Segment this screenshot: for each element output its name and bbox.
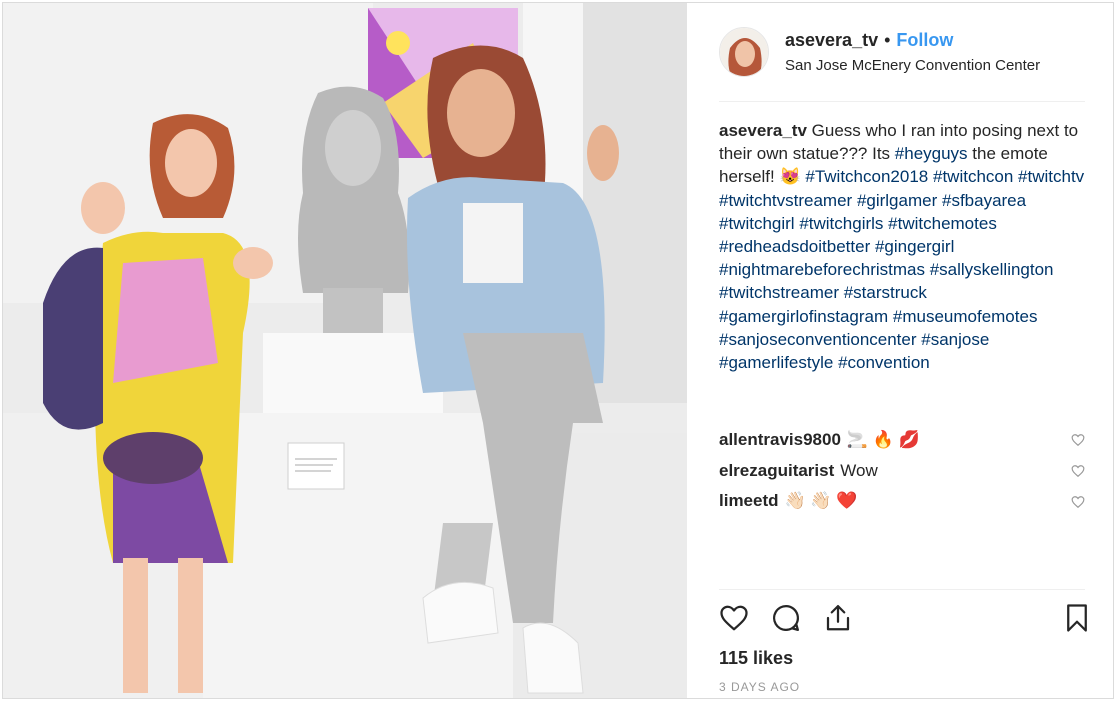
comment-row: allentravis9800 🚬 🔥 💋 <box>719 430 920 450</box>
post-photo[interactable] <box>3 3 687 698</box>
comment-like-heart-icon[interactable] <box>1071 464 1085 478</box>
photo-illustration <box>3 3 687 698</box>
bookmark-icon[interactable] <box>1062 603 1092 633</box>
follow-button[interactable]: Follow <box>896 30 953 50</box>
post-date[interactable]: 3 DAYS AGO <box>719 680 800 694</box>
username-line: asevera_tv • Follow <box>785 30 953 51</box>
hashtag-link[interactable]: #twitchgirl <box>719 214 795 233</box>
comment-like-heart-icon[interactable] <box>1071 495 1085 509</box>
heart-icon[interactable] <box>719 603 749 633</box>
hashtag-link[interactable]: #sallyskellington <box>930 260 1054 279</box>
hashtag-link[interactable]: #sanjoseconventioncenter <box>719 330 917 349</box>
separator-dot: • <box>884 30 891 50</box>
post-header: asevera_tv • Follow San Jose McEnery Conve… <box>687 3 1113 101</box>
comment-username[interactable]: elrezaguitarist <box>719 461 834 480</box>
hashtag-link[interactable]: #gamerlifestyle <box>719 353 833 372</box>
hashtag-link[interactable]: #twitchemotes <box>888 214 997 233</box>
hashtag-link[interactable]: #girlgamer <box>857 191 937 210</box>
avatar-image <box>720 28 768 76</box>
share-icon[interactable] <box>823 603 853 633</box>
hashtag-link[interactable]: #heyguys <box>895 144 968 163</box>
caption-body: Guess who I ran into posing next to thei… <box>719 121 1084 372</box>
comment-icon[interactable] <box>771 603 801 633</box>
hashtag-link[interactable]: #redheadsdoitbetter <box>719 237 870 256</box>
comment-row: elrezaguitarist Wow <box>719 461 878 481</box>
hashtag-link[interactable]: #twitchtv <box>1018 167 1084 186</box>
hashtag-link[interactable]: #sfbayarea <box>942 191 1026 210</box>
comment-text: 👋🏻 👋🏻 ❤️ <box>784 491 858 510</box>
hashtag-link[interactable]: #Twitchcon2018 <box>805 167 928 186</box>
hashtag-link[interactable]: #gamergirlofinstagram <box>719 307 888 326</box>
hashtag-link[interactable]: #convention <box>838 353 930 372</box>
hashtag-link[interactable]: #museumofemotes <box>893 307 1038 326</box>
username-link[interactable]: asevera_tv <box>785 30 878 50</box>
avatar[interactable] <box>719 27 769 77</box>
header-divider <box>719 101 1085 102</box>
post-caption: asevera_tv Guess who I ran into posing n… <box>719 119 1091 374</box>
hashtag-link[interactable]: #nightmarebeforechristmas <box>719 260 925 279</box>
hashtag-link[interactable]: #gingergirl <box>875 237 954 256</box>
hashtag-link[interactable]: #twitchgirls <box>799 214 883 233</box>
instagram-post: asevera_tv • Follow San Jose McEnery Conve… <box>2 2 1114 699</box>
hashtag-link[interactable]: #twitchcon <box>933 167 1013 186</box>
hashtag-link[interactable]: #sanjose <box>921 330 989 349</box>
actions-divider <box>719 589 1085 590</box>
comment-username[interactable]: limeetd <box>719 491 779 510</box>
hashtag-link[interactable]: #twitchstreamer <box>719 283 839 302</box>
comment-like-heart-icon[interactable] <box>1071 433 1085 447</box>
hashtag-link[interactable]: #starstruck <box>844 283 927 302</box>
comment-username[interactable]: allentravis9800 <box>719 430 841 449</box>
location-link[interactable]: San Jose McEnery Convention Center <box>785 57 1040 74</box>
post-sidebar: asevera_tv • Follow San Jose McEnery Conve… <box>687 3 1113 698</box>
hashtag-link[interactable]: #twitchtvstreamer <box>719 191 852 210</box>
comment-text: Wow <box>840 461 878 480</box>
comment-text: 🚬 🔥 💋 <box>846 430 920 449</box>
comment-row: limeetd 👋🏻 👋🏻 ❤️ <box>719 491 857 511</box>
caption-username[interactable]: asevera_tv <box>719 121 807 140</box>
likes-count[interactable]: 115 likes <box>719 648 793 669</box>
